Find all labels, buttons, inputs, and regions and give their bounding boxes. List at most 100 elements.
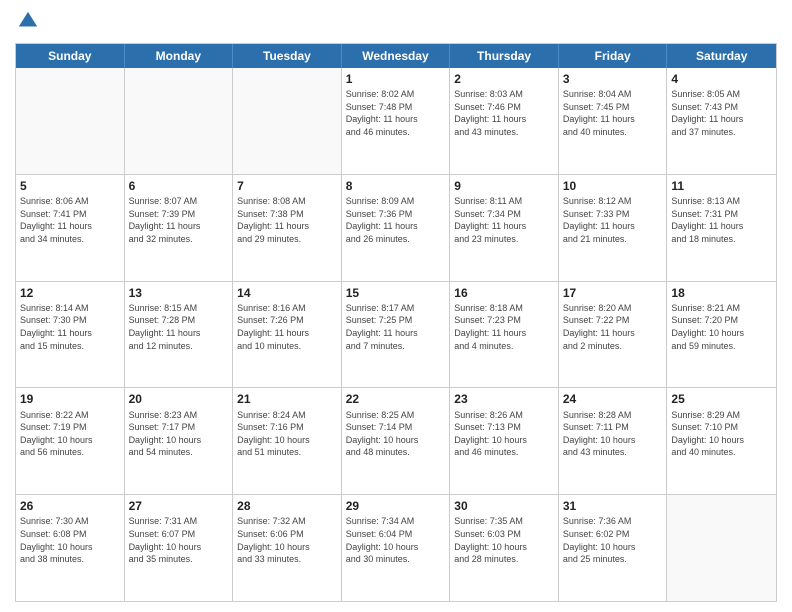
calendar-cell-20: 20Sunrise: 8:23 AM Sunset: 7:17 PM Dayli…: [125, 388, 234, 494]
page-header: [15, 10, 777, 37]
cell-info-12: Sunrise: 8:14 AM Sunset: 7:30 PM Dayligh…: [20, 302, 120, 352]
cell-date-28: 28: [237, 498, 337, 514]
calendar-cell-4: 4Sunrise: 8:05 AM Sunset: 7:43 PM Daylig…: [667, 68, 776, 174]
cell-info-1: Sunrise: 8:02 AM Sunset: 7:48 PM Dayligh…: [346, 88, 446, 138]
calendar-cell-empty: [125, 68, 234, 174]
calendar-cell-23: 23 Sunrise: 8:26 AM Sunset: 7:13 PM Dayli…: [450, 388, 559, 494]
calendar-cell-8: 8Sunrise: 8:09 AM Sunset: 7:36 PM Daylig…: [342, 175, 451, 281]
cell-info-28: Sunrise: 7:32 AM Sunset: 6:06 PM Dayligh…: [237, 515, 337, 565]
calendar-cell-22: 22 Sunrise: 8:25 AM Sunset: 7:14 PM Dayli…: [342, 388, 451, 494]
cell-date-26: 26: [20, 498, 120, 514]
day-header-friday: Friday: [559, 44, 668, 68]
calendar-cell-14: 14Sunrise: 8:16 AM Sunset: 7:26 PM Dayli…: [233, 282, 342, 388]
cell-info-22: Sunrise: 8:25 AM Sunset: 7:14 PM Dayligh…: [346, 409, 446, 459]
calendar-row-2: 12Sunrise: 8:14 AM Sunset: 7:30 PM Dayli…: [16, 282, 776, 389]
cell-info-17: Sunrise: 8:20 AM Sunset: 7:22 PM Dayligh…: [563, 302, 663, 352]
day-header-wednesday: Wednesday: [342, 44, 451, 68]
calendar-cell-13: 13Sunrise: 8:15 AM Sunset: 7:28 PM Dayli…: [125, 282, 234, 388]
cell-info-14: Sunrise: 8:16 AM Sunset: 7:26 PM Dayligh…: [237, 302, 337, 352]
cell-date-15: 15: [346, 285, 446, 301]
calendar-cell-empty: [16, 68, 125, 174]
cell-date-10: 10: [563, 178, 663, 194]
cell-info-19: Sunrise: 8:22 AM Sunset: 7:19 PM Dayligh…: [20, 409, 120, 459]
day-header-sunday: Sunday: [16, 44, 125, 68]
calendar-cell-27: 27Sunrise: 7:31 AM Sunset: 6:07 PM Dayli…: [125, 495, 234, 601]
calendar-row-4: 26Sunrise: 7:30 AM Sunset: 6:08 PM Dayli…: [16, 495, 776, 601]
cell-date-12: 12: [20, 285, 120, 301]
cell-date-8: 8: [346, 178, 446, 194]
cell-date-3: 3: [563, 71, 663, 87]
day-header-thursday: Thursday: [450, 44, 559, 68]
calendar-cell-16: 16Sunrise: 8:18 AM Sunset: 7:23 PM Dayli…: [450, 282, 559, 388]
cell-date-13: 13: [129, 285, 229, 301]
calendar-cell-7: 7Sunrise: 8:08 AM Sunset: 7:38 PM Daylig…: [233, 175, 342, 281]
calendar-cell-10: 10Sunrise: 8:12 AM Sunset: 7:33 PM Dayli…: [559, 175, 668, 281]
cell-date-27: 27: [129, 498, 229, 514]
calendar-cell-12: 12Sunrise: 8:14 AM Sunset: 7:30 PM Dayli…: [16, 282, 125, 388]
calendar-cell-26: 26Sunrise: 7:30 AM Sunset: 6:08 PM Dayli…: [16, 495, 125, 601]
cell-date-24: 24: [563, 391, 663, 407]
cell-info-20: Sunrise: 8:23 AM Sunset: 7:17 PM Dayligh…: [129, 409, 229, 459]
calendar-body: 1Sunrise: 8:02 AM Sunset: 7:48 PM Daylig…: [16, 68, 776, 601]
calendar-cell-2: 2Sunrise: 8:03 AM Sunset: 7:46 PM Daylig…: [450, 68, 559, 174]
calendar-cell-24: 24 Sunrise: 8:28 AM Sunset: 7:11 PM Dayli…: [559, 388, 668, 494]
cell-info-10: Sunrise: 8:12 AM Sunset: 7:33 PM Dayligh…: [563, 195, 663, 245]
cell-date-30: 30: [454, 498, 554, 514]
calendar: SundayMondayTuesdayWednesdayThursdayFrid…: [15, 43, 777, 602]
cell-info-5: Sunrise: 8:06 AM Sunset: 7:41 PM Dayligh…: [20, 195, 120, 245]
calendar-cell-25: 25Sunrise: 8:29 AM Sunset: 7:10 PM Dayli…: [667, 388, 776, 494]
cell-info-31: Sunrise: 7:36 AM Sunset: 6:02 PM Dayligh…: [563, 515, 663, 565]
calendar-cell-17: 17Sunrise: 8:20 AM Sunset: 7:22 PM Dayli…: [559, 282, 668, 388]
cell-date-17: 17: [563, 285, 663, 301]
cell-info-24: Sunrise: 8:28 AM Sunset: 7:11 PM Dayligh…: [563, 409, 663, 459]
logo: [15, 10, 39, 37]
calendar-cell-empty: [233, 68, 342, 174]
cell-info-4: Sunrise: 8:05 AM Sunset: 7:43 PM Dayligh…: [671, 88, 772, 138]
cell-info-7: Sunrise: 8:08 AM Sunset: 7:38 PM Dayligh…: [237, 195, 337, 245]
day-header-tuesday: Tuesday: [233, 44, 342, 68]
cell-date-22: 22: [346, 391, 446, 407]
cell-info-16: Sunrise: 8:18 AM Sunset: 7:23 PM Dayligh…: [454, 302, 554, 352]
cell-date-11: 11: [671, 178, 772, 194]
cell-info-23: Sunrise: 8:26 AM Sunset: 7:13 PM Dayligh…: [454, 409, 554, 459]
cell-info-30: Sunrise: 7:35 AM Sunset: 6:03 PM Dayligh…: [454, 515, 554, 565]
cell-info-21: Sunrise: 8:24 AM Sunset: 7:16 PM Dayligh…: [237, 409, 337, 459]
calendar-cell-19: 19 Sunrise: 8:22 AM Sunset: 7:19 PM Dayli…: [16, 388, 125, 494]
cell-date-21: 21: [237, 391, 337, 407]
calendar-page: SundayMondayTuesdayWednesdayThursdayFrid…: [0, 0, 792, 612]
cell-date-29: 29: [346, 498, 446, 514]
cell-info-25: Sunrise: 8:29 AM Sunset: 7:10 PM Dayligh…: [671, 409, 772, 459]
cell-date-23: 23: [454, 391, 554, 407]
cell-date-31: 31: [563, 498, 663, 514]
cell-date-1: 1: [346, 71, 446, 87]
calendar-cell-9: 9Sunrise: 8:11 AM Sunset: 7:34 PM Daylig…: [450, 175, 559, 281]
calendar-cell-15: 15Sunrise: 8:17 AM Sunset: 7:25 PM Dayli…: [342, 282, 451, 388]
calendar-cell-11: 11Sunrise: 8:13 AM Sunset: 7:31 PM Dayli…: [667, 175, 776, 281]
cell-date-5: 5: [20, 178, 120, 194]
cell-info-18: Sunrise: 8:21 AM Sunset: 7:20 PM Dayligh…: [671, 302, 772, 352]
calendar-cell-5: 5Sunrise: 8:06 AM Sunset: 7:41 PM Daylig…: [16, 175, 125, 281]
cell-info-15: Sunrise: 8:17 AM Sunset: 7:25 PM Dayligh…: [346, 302, 446, 352]
cell-date-16: 16: [454, 285, 554, 301]
cell-info-27: Sunrise: 7:31 AM Sunset: 6:07 PM Dayligh…: [129, 515, 229, 565]
cell-date-2: 2: [454, 71, 554, 87]
cell-info-13: Sunrise: 8:15 AM Sunset: 7:28 PM Dayligh…: [129, 302, 229, 352]
calendar-cell-6: 6Sunrise: 8:07 AM Sunset: 7:39 PM Daylig…: [125, 175, 234, 281]
calendar-cell-31: 31Sunrise: 7:36 AM Sunset: 6:02 PM Dayli…: [559, 495, 668, 601]
logo-icon: [17, 10, 39, 32]
calendar-row-3: 19 Sunrise: 8:22 AM Sunset: 7:19 PM Dayli…: [16, 388, 776, 495]
day-headers: SundayMondayTuesdayWednesdayThursdayFrid…: [16, 44, 776, 68]
cell-info-2: Sunrise: 8:03 AM Sunset: 7:46 PM Dayligh…: [454, 88, 554, 138]
cell-info-9: Sunrise: 8:11 AM Sunset: 7:34 PM Dayligh…: [454, 195, 554, 245]
day-header-monday: Monday: [125, 44, 234, 68]
calendar-cell-3: 3Sunrise: 8:04 AM Sunset: 7:45 PM Daylig…: [559, 68, 668, 174]
cell-info-11: Sunrise: 8:13 AM Sunset: 7:31 PM Dayligh…: [671, 195, 772, 245]
calendar-cell-28: 28Sunrise: 7:32 AM Sunset: 6:06 PM Dayli…: [233, 495, 342, 601]
calendar-cell-29: 29Sunrise: 7:34 AM Sunset: 6:04 PM Dayli…: [342, 495, 451, 601]
cell-date-4: 4: [671, 71, 772, 87]
cell-date-9: 9: [454, 178, 554, 194]
cell-date-7: 7: [237, 178, 337, 194]
calendar-row-1: 5Sunrise: 8:06 AM Sunset: 7:41 PM Daylig…: [16, 175, 776, 282]
calendar-cell-30: 30Sunrise: 7:35 AM Sunset: 6:03 PM Dayli…: [450, 495, 559, 601]
cell-date-19: 19: [20, 391, 120, 407]
